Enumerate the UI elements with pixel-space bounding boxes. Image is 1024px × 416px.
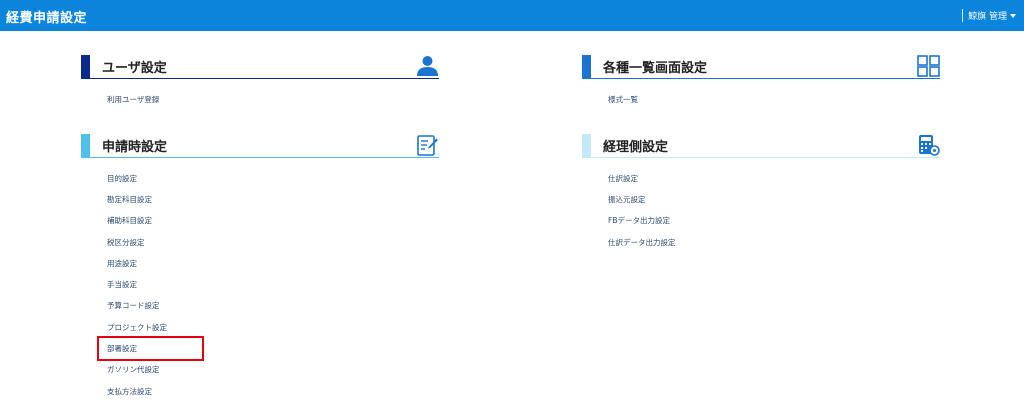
list-item[interactable]: FBデータ出力設定 [608,215,670,226]
caret-down-icon [1010,13,1016,18]
section-title: 各種一覧画面設定 [603,61,708,76]
section-header: 経理側設定 [582,134,940,158]
list-item[interactable]: 仕訳設定 [608,173,638,184]
section-header: 各種一覧画面設定 [582,55,940,79]
list-item-user-registration[interactable]: 利用ユーザ登録 [107,94,159,105]
highlight-box [97,336,204,361]
list-item[interactable]: 手当設定 [107,279,137,290]
section-title: 申請時設定 [102,140,168,155]
section-header: 申請時設定 [81,134,439,158]
section-accounting-settings: 経理側設定 [582,134,940,158]
list-item[interactable]: ガソリン代設定 [107,364,160,375]
calculator-icon [919,135,940,156]
section-accent-bar [81,134,90,157]
section-list-screen-settings: 各種一覧画面設定 [582,55,940,79]
list-item[interactable]: 補助科目設定 [107,215,152,226]
list-item[interactable]: 目的設定 [107,173,137,184]
list-item[interactable]: 仕訳データ出力設定 [608,237,676,248]
list-item[interactable]: 予算コード設定 [107,300,160,311]
list-item[interactable]: 支払方法設定 [107,386,152,397]
section-accent-bar [582,55,591,78]
section-application-settings: 申請時設定 [81,134,439,158]
list-item[interactable]: 勘定科目設定 [107,194,152,205]
section-user-settings: ユーザ設定 [81,55,439,79]
user-menu-dropdown[interactable]: 鯨旗 管理 [962,9,1016,22]
grid-icon [917,55,940,77]
user-icon [417,56,438,76]
section-title: 経理側設定 [603,140,669,155]
section-header: ユーザ設定 [81,55,439,79]
top-header-bar: 経費申請設定 鯨旗 管理 [0,0,1024,31]
list-item[interactable]: 税区分設定 [107,237,145,248]
section-accent-bar [81,55,90,78]
section-title: ユーザ設定 [102,61,167,76]
edit-document-icon [417,135,438,156]
list-item[interactable]: 振込元設定 [608,194,646,205]
list-item[interactable]: 用途設定 [107,258,137,269]
list-item-form-list[interactable]: 様式一覧 [608,94,638,105]
user-name: 鯨旗 管理 [968,12,1007,22]
list-item[interactable]: プロジェクト設定 [107,322,167,333]
section-accent-bar [582,134,591,157]
app-title: 経費申請設定 [6,11,88,26]
